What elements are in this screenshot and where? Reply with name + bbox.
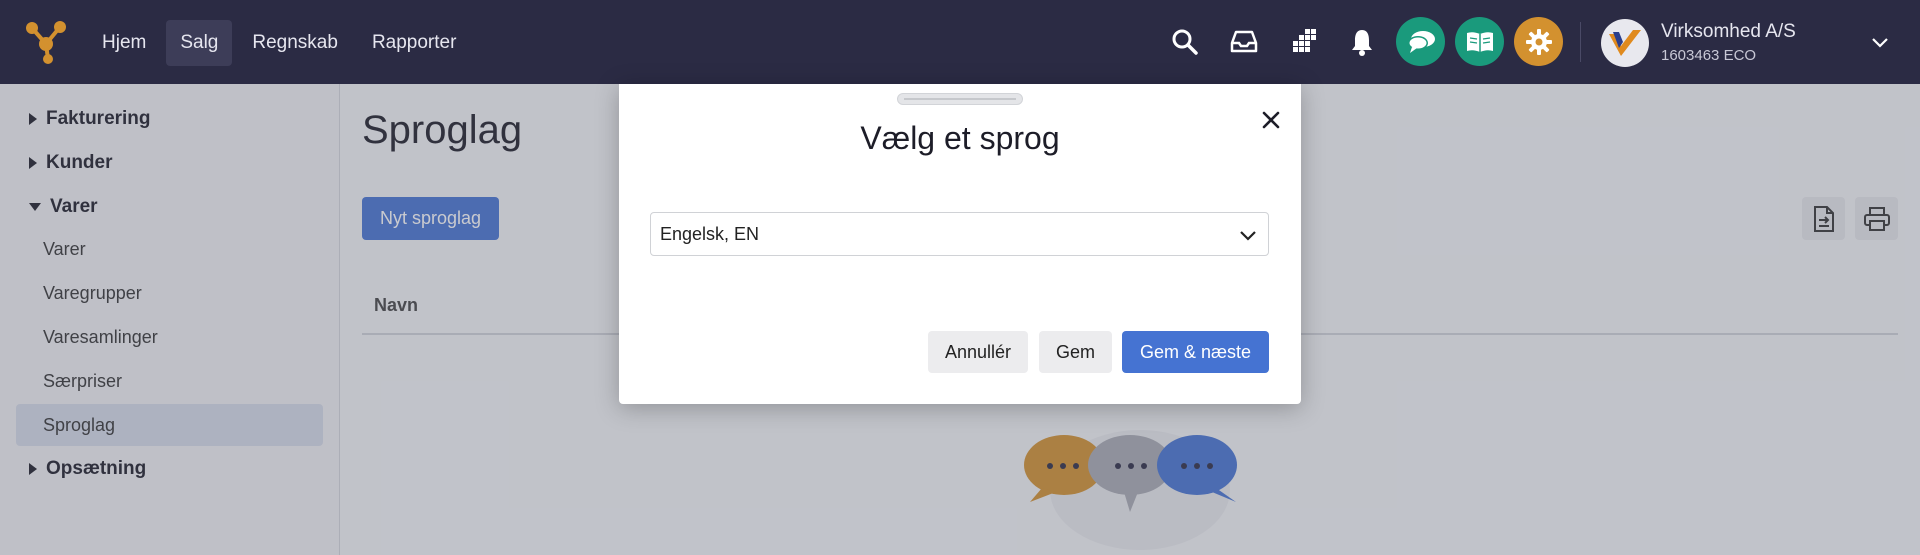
top-icons — [1160, 17, 1563, 66]
save-button[interactable]: Gem — [1039, 331, 1112, 373]
company-id: 1603463 ECO — [1661, 47, 1757, 64]
save-next-button[interactable]: Gem & næste — [1122, 331, 1269, 373]
language-dialog: Vælg et sprog Engelsk, EN Annullér Gem G… — [619, 84, 1301, 404]
dialog-title: Vælg et sprog — [860, 120, 1060, 156]
logo-icon[interactable] — [24, 20, 68, 64]
search-icon[interactable] — [1160, 17, 1209, 66]
book-icon[interactable] — [1455, 17, 1504, 66]
apps-grid-icon[interactable] — [1278, 17, 1327, 66]
chevron-down-icon[interactable] — [1870, 32, 1890, 52]
nav-item-regnskab[interactable]: Regnskab — [238, 20, 352, 66]
cancel-button[interactable]: Annullér — [928, 331, 1028, 373]
nav-item-rapporter[interactable]: Rapporter — [358, 20, 471, 66]
gear-icon[interactable] — [1514, 17, 1563, 66]
close-icon — [1262, 111, 1280, 129]
close-button[interactable] — [1257, 106, 1285, 134]
language-select[interactable]: Engelsk, EN — [650, 212, 1269, 256]
nav-item-salg[interactable]: Salg — [166, 20, 233, 66]
company-name[interactable]: Virksomhed A/S — [1661, 21, 1796, 43]
top-bar: Hjem Salg Regnskab Rapporter Virksomhed … — [0, 0, 1920, 84]
chat-icon[interactable] — [1396, 17, 1445, 66]
bell-icon[interactable] — [1337, 17, 1386, 66]
nav-item-hjem[interactable]: Hjem — [88, 20, 160, 66]
inbox-icon[interactable] — [1219, 17, 1268, 66]
main-nav: Hjem Salg Regnskab Rapporter — [88, 20, 470, 66]
company-logo-icon[interactable] — [1601, 19, 1649, 67]
topbar-separator — [1580, 22, 1581, 62]
language-select-value: Engelsk, EN — [660, 223, 760, 244]
chevron-down-icon — [1240, 231, 1256, 241]
drag-handle[interactable] — [897, 93, 1023, 105]
